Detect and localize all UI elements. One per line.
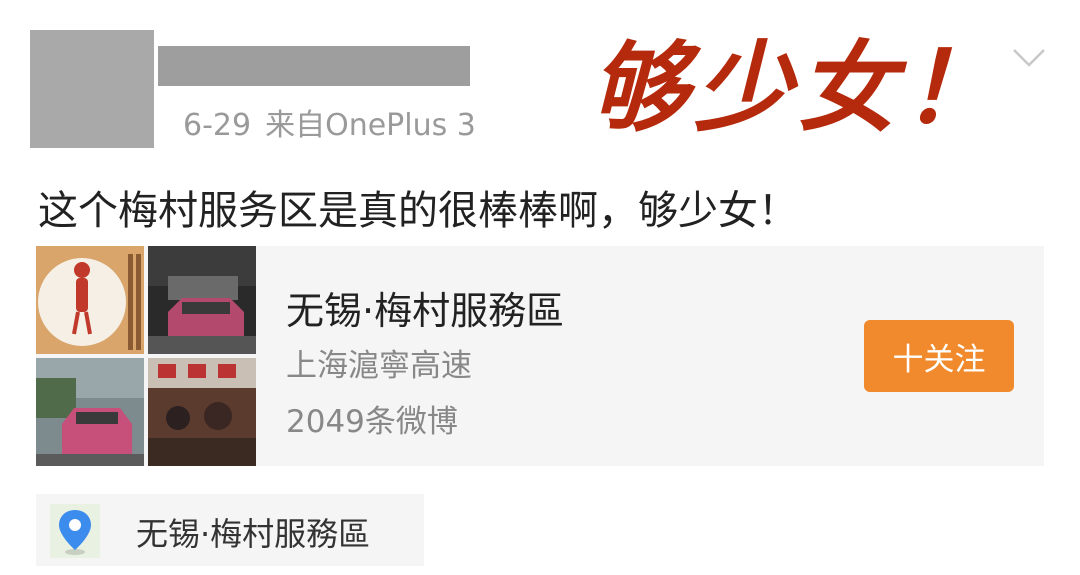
place-title[interactable]: 无锡·梅村服務區	[286, 280, 564, 335]
thumbnail-grid[interactable]	[36, 246, 256, 466]
username-redacted[interactable]	[158, 46, 470, 86]
place-subtitle: 上海滬寧高速	[286, 348, 472, 384]
thumbnail-plate-illustration[interactable]	[36, 246, 144, 354]
caption-overlay: 够少女！	[590, 32, 1007, 146]
location-label: 无锡·梅村服務區	[136, 515, 371, 553]
post-meta: 6-29 来自OnePlus 3	[183, 100, 476, 144]
post-count: 2049条微博	[286, 404, 458, 440]
thumbnail-pink-car-night[interactable]	[148, 246, 256, 354]
follow-button[interactable]: 十关注	[864, 320, 1014, 392]
location-tag[interactable]: 无锡·梅村服務區	[36, 494, 424, 566]
thumbnail-pink-car-parking[interactable]	[36, 358, 144, 466]
chevron-down-icon[interactable]	[1012, 46, 1046, 70]
location-pin-icon	[50, 504, 100, 558]
post-text: 这个梅村服务区是真的很棒棒啊，够少女！	[38, 188, 798, 234]
avatar[interactable]	[30, 30, 154, 148]
thumbnail-restaurant-interior[interactable]	[148, 358, 256, 466]
post-date: 6-29	[183, 108, 252, 143]
post-source: 来自OnePlus 3	[265, 108, 476, 143]
place-card[interactable]: 无锡·梅村服務區 上海滬寧高速 2049条微博 十关注	[36, 246, 1044, 466]
